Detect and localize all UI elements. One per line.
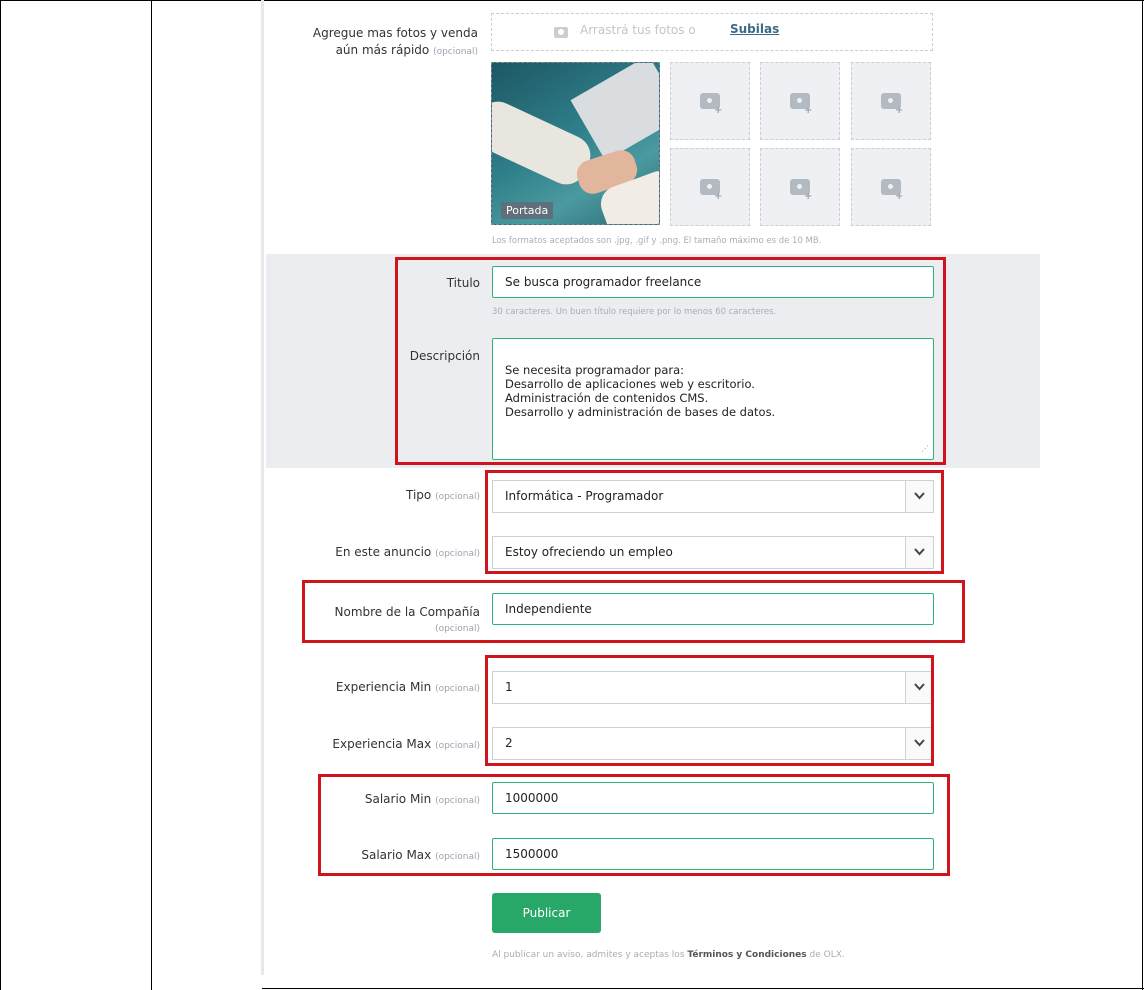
exp-min-optional: (opcional) <box>435 684 480 694</box>
publish-button[interactable]: Publicar <box>492 893 601 933</box>
ad-type-optional: (opcional) <box>435 549 480 559</box>
salary-max-input[interactable]: 1500000 <box>492 838 934 870</box>
ad-type-select[interactable]: Estoy ofreciendo un empleo <box>492 536 934 569</box>
salary-min-input[interactable]: 1000000 <box>492 782 934 814</box>
ad-type-selected: Estoy ofreciendo un empleo <box>505 545 673 559</box>
legal-notice: Al publicar un aviso, admites y aceptas … <box>492 950 845 960</box>
chevron-down-icon[interactable] <box>905 728 933 759</box>
title-hint: 30 caracteres. Un buen título requiere p… <box>492 307 777 317</box>
page-left-edge <box>261 0 264 975</box>
salary-max-label-text: Salario Max <box>361 848 432 862</box>
salary-min-label-text: Salario Min <box>364 792 432 806</box>
type-label-text: Tipo <box>405 488 432 502</box>
type-select[interactable]: Informática - Programador <box>492 480 934 513</box>
photos-label: Agregue mas fotos y venda aún más rápido… <box>290 25 478 61</box>
company-label: Nombre de la Compañía (opcional) <box>300 604 480 638</box>
description-textarea[interactable]: Se necesita programador para: Desarrollo… <box>492 338 934 460</box>
company-label-text: Nombre de la Compañía <box>334 605 480 619</box>
doc-border-top <box>0 0 1144 1</box>
photo-slot[interactable]: + <box>670 62 750 140</box>
camera-icon <box>554 27 568 38</box>
description-label: Descripción <box>409 349 480 363</box>
exp-max-selected: 2 <box>505 736 513 750</box>
photo-slot[interactable]: + <box>760 148 840 226</box>
title-label: Titulo <box>446 276 480 290</box>
photo-slot[interactable]: + <box>851 148 931 226</box>
exp-max-optional: (opcional) <box>435 741 480 751</box>
exp-max-label-text: Experiencia Max <box>332 737 432 751</box>
doc-border-left <box>0 0 1 990</box>
photo-slot[interactable]: + <box>760 62 840 140</box>
photo-slot[interactable]: + <box>670 148 750 226</box>
salary-max-optional: (opcional) <box>435 852 480 862</box>
photos-optional: (opcional) <box>433 47 478 57</box>
salary-max-label: Salario Max (opcional) <box>300 848 480 862</box>
salary-min-optional: (opcional) <box>435 796 480 806</box>
type-optional: (opcional) <box>435 492 480 502</box>
chevron-down-icon[interactable] <box>905 672 933 703</box>
resize-grip-icon[interactable]: ⋰ <box>921 442 929 456</box>
chevron-down-icon[interactable] <box>905 537 933 568</box>
photo-dropzone[interactable]: Arrastrá tus fotos o Subilas <box>491 13 933 51</box>
legal-suffix: de OLX. <box>809 950 845 960</box>
description-text: Se necesita programador para: Desarrollo… <box>505 363 776 419</box>
company-optional: (opcional) <box>435 624 480 634</box>
dropzone-text: Arrastrá tus fotos o <box>580 23 696 37</box>
formats-hint: Los formatos aceptados son .jpg, .gif y … <box>492 236 822 246</box>
photos-label-line1: Agregue mas fotos y venda <box>312 26 478 40</box>
exp-min-label-text: Experiencia Min <box>335 680 432 694</box>
ad-type-label-text: En este anuncio <box>335 545 432 559</box>
exp-max-label: Experiencia Max (opcional) <box>290 737 480 751</box>
photos-label-line2: aún más rápido <box>335 43 430 57</box>
doc-border-right <box>1142 0 1143 990</box>
chevron-down-icon[interactable] <box>905 481 933 512</box>
exp-max-select[interactable]: 2 <box>492 727 934 760</box>
upload-link[interactable]: Subilas <box>730 22 779 36</box>
photo-slot[interactable]: + <box>851 62 931 140</box>
ad-type-label: En este anuncio (opcional) <box>290 545 480 559</box>
salary-min-label: Salario Min (opcional) <box>300 792 480 806</box>
type-label: Tipo (opcional) <box>300 488 480 502</box>
doc-column-divider <box>151 0 152 990</box>
terms-link[interactable]: Términos y Condiciones <box>687 950 806 960</box>
exp-min-selected: 1 <box>505 680 513 694</box>
cover-badge: Portada <box>501 202 554 219</box>
doc-border-bottom <box>262 988 1144 989</box>
exp-min-select[interactable]: 1 <box>492 671 934 704</box>
company-input[interactable]: Independiente <box>492 593 934 625</box>
title-input[interactable]: Se busca programador freelance <box>492 266 934 298</box>
exp-min-label: Experiencia Min (opcional) <box>290 680 480 694</box>
cover-photo[interactable]: Portada <box>491 62 660 225</box>
type-selected: Informática - Programador <box>505 489 664 503</box>
legal-prefix: Al publicar un aviso, admites y aceptas … <box>492 950 685 960</box>
